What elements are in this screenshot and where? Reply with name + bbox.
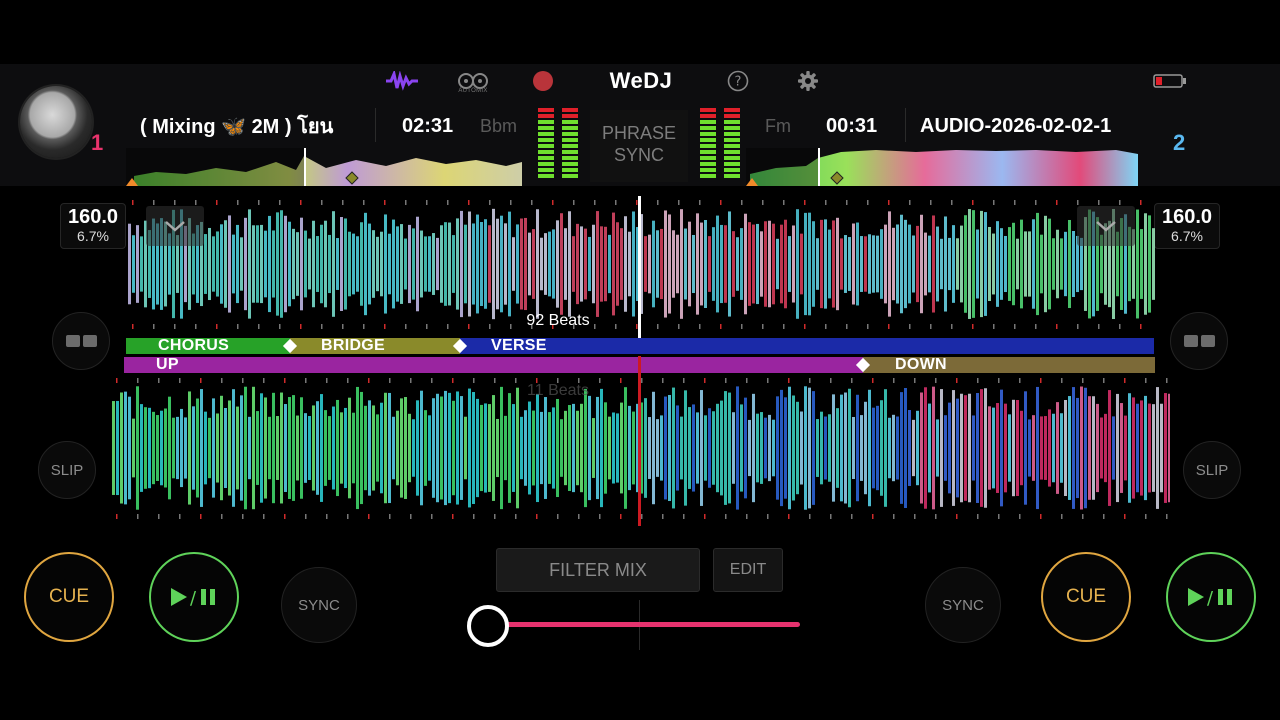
deck2-playhead [638,356,641,526]
deck2-track-title: AUDIO-2026-02-02-1 [920,106,1138,146]
deck2-time: 00:31 [826,114,878,137]
deck1-slip-label: SLIP [50,461,84,479]
deck1-phrase-verse [460,338,1154,354]
svg-text:/: / [1207,588,1214,608]
settings-gear-icon[interactable] [795,70,821,92]
deck1-bpm: 160.0 [67,206,119,228]
deck1-overview-waveform[interactable] [126,148,526,186]
pads-icon [65,335,97,347]
edit-button[interactable]: EDIT [713,548,783,592]
deck1-sync-button[interactable]: SYNC [281,567,357,643]
deck1-phrase-label-verse: VERSE [491,337,547,354]
chevron-down-icon [1096,221,1116,232]
deck1-phrase-label-chorus: CHORUS [158,337,230,354]
deck2-slip-button[interactable]: SLIP [1183,441,1241,499]
deck1-pitch: 6.7% [77,228,109,244]
deck1-track-title: ( Mixing 🦋 2M ) โยน [140,106,354,146]
svg-text:?: ? [735,75,742,90]
deck2-bpm-display[interactable]: 160.0 6.7% [1154,203,1220,249]
deck2-collapse-button[interactable] [1077,206,1135,246]
deck1-number: 1 [91,130,104,155]
pads-icon [1183,335,1215,347]
phrase-sync-line2: SYNC [613,145,664,165]
play-pause-icon: / [171,588,215,608]
deck2-bpm: 160.0 [1161,206,1213,228]
battery-icon [1152,70,1188,92]
chevron-down-icon [165,221,185,232]
deck1-cue-button[interactable]: CUE [24,552,114,642]
deck2-play-pause-button[interactable]: / [1166,552,1256,642]
deck1-key: Bbm [480,115,518,136]
phrase-sync-button[interactable]: PHRASE SYNC [590,110,688,182]
jog-wheel[interactable] [20,86,92,158]
deck1-waveform[interactable] [126,196,1156,336]
deck2-number: 2 [1173,130,1186,155]
crossfader-track[interactable] [488,622,800,627]
play-pause-icon: / [1188,588,1232,608]
deck2-phrase-label-up: UP [156,356,179,373]
deck2-cue-label: CUE [1065,586,1107,607]
deck2-phrase-label-down: DOWN [895,356,947,373]
deck2-cue-button[interactable]: CUE [1041,552,1131,642]
deck1-title-text: ( Mixing 🦋 2M ) โยน [140,116,334,138]
crossfader-knob[interactable] [467,605,509,647]
deck1-pads-button[interactable] [52,312,110,370]
deck1-sync-label: SYNC [298,596,340,614]
deck1-level-meter [538,108,580,182]
deck2-pitch: 6.7% [1171,228,1203,244]
deck1-cue-label: CUE [48,586,90,607]
deck1-phrase-label-bridge: BRIDGE [321,337,386,354]
deck2-pads-button[interactable] [1170,312,1228,370]
deck2-slip-label: SLIP [1195,461,1229,479]
record-icon[interactable] [530,70,556,92]
filter-mix-label: FILTER MIX [549,559,647,580]
app-title: WeDJ [609,68,673,93]
edit-label: EDIT [729,561,767,578]
help-icon[interactable]: ? [725,70,751,92]
svg-text:/: / [190,588,197,608]
deck2-sync-label: SYNC [942,596,984,614]
deck1-slip-button[interactable]: SLIP [38,441,96,499]
automix-label: AUTOMIX [458,88,488,94]
deck2-sync-button[interactable]: SYNC [925,567,1001,643]
separator [375,108,376,142]
deck1-bpm-display[interactable]: 160.0 6.7% [60,203,126,249]
deck1-beats-counter: 92 Beats [526,312,590,329]
filter-mix-button[interactable]: FILTER MIX [496,548,700,592]
deck1-collapse-button[interactable] [146,206,204,246]
deck2-beats-counter: 11 Beats [527,382,589,399]
phrase-sync-line1: PHRASE [601,123,677,143]
deck2-phrase-up [124,357,863,373]
deck2-overview-waveform[interactable] [746,148,1142,186]
deck2-level-meter [700,108,742,182]
deck1-time: 02:31 [402,114,454,137]
deck2-title-text: AUDIO-2026-02-02-1 [920,114,1112,137]
deck1-playhead [638,196,641,338]
waveform-view-icon[interactable] [384,70,420,92]
deck1-play-pause-button[interactable]: / [149,552,239,642]
deck2-key: Fm [765,115,791,136]
separator [905,108,906,142]
